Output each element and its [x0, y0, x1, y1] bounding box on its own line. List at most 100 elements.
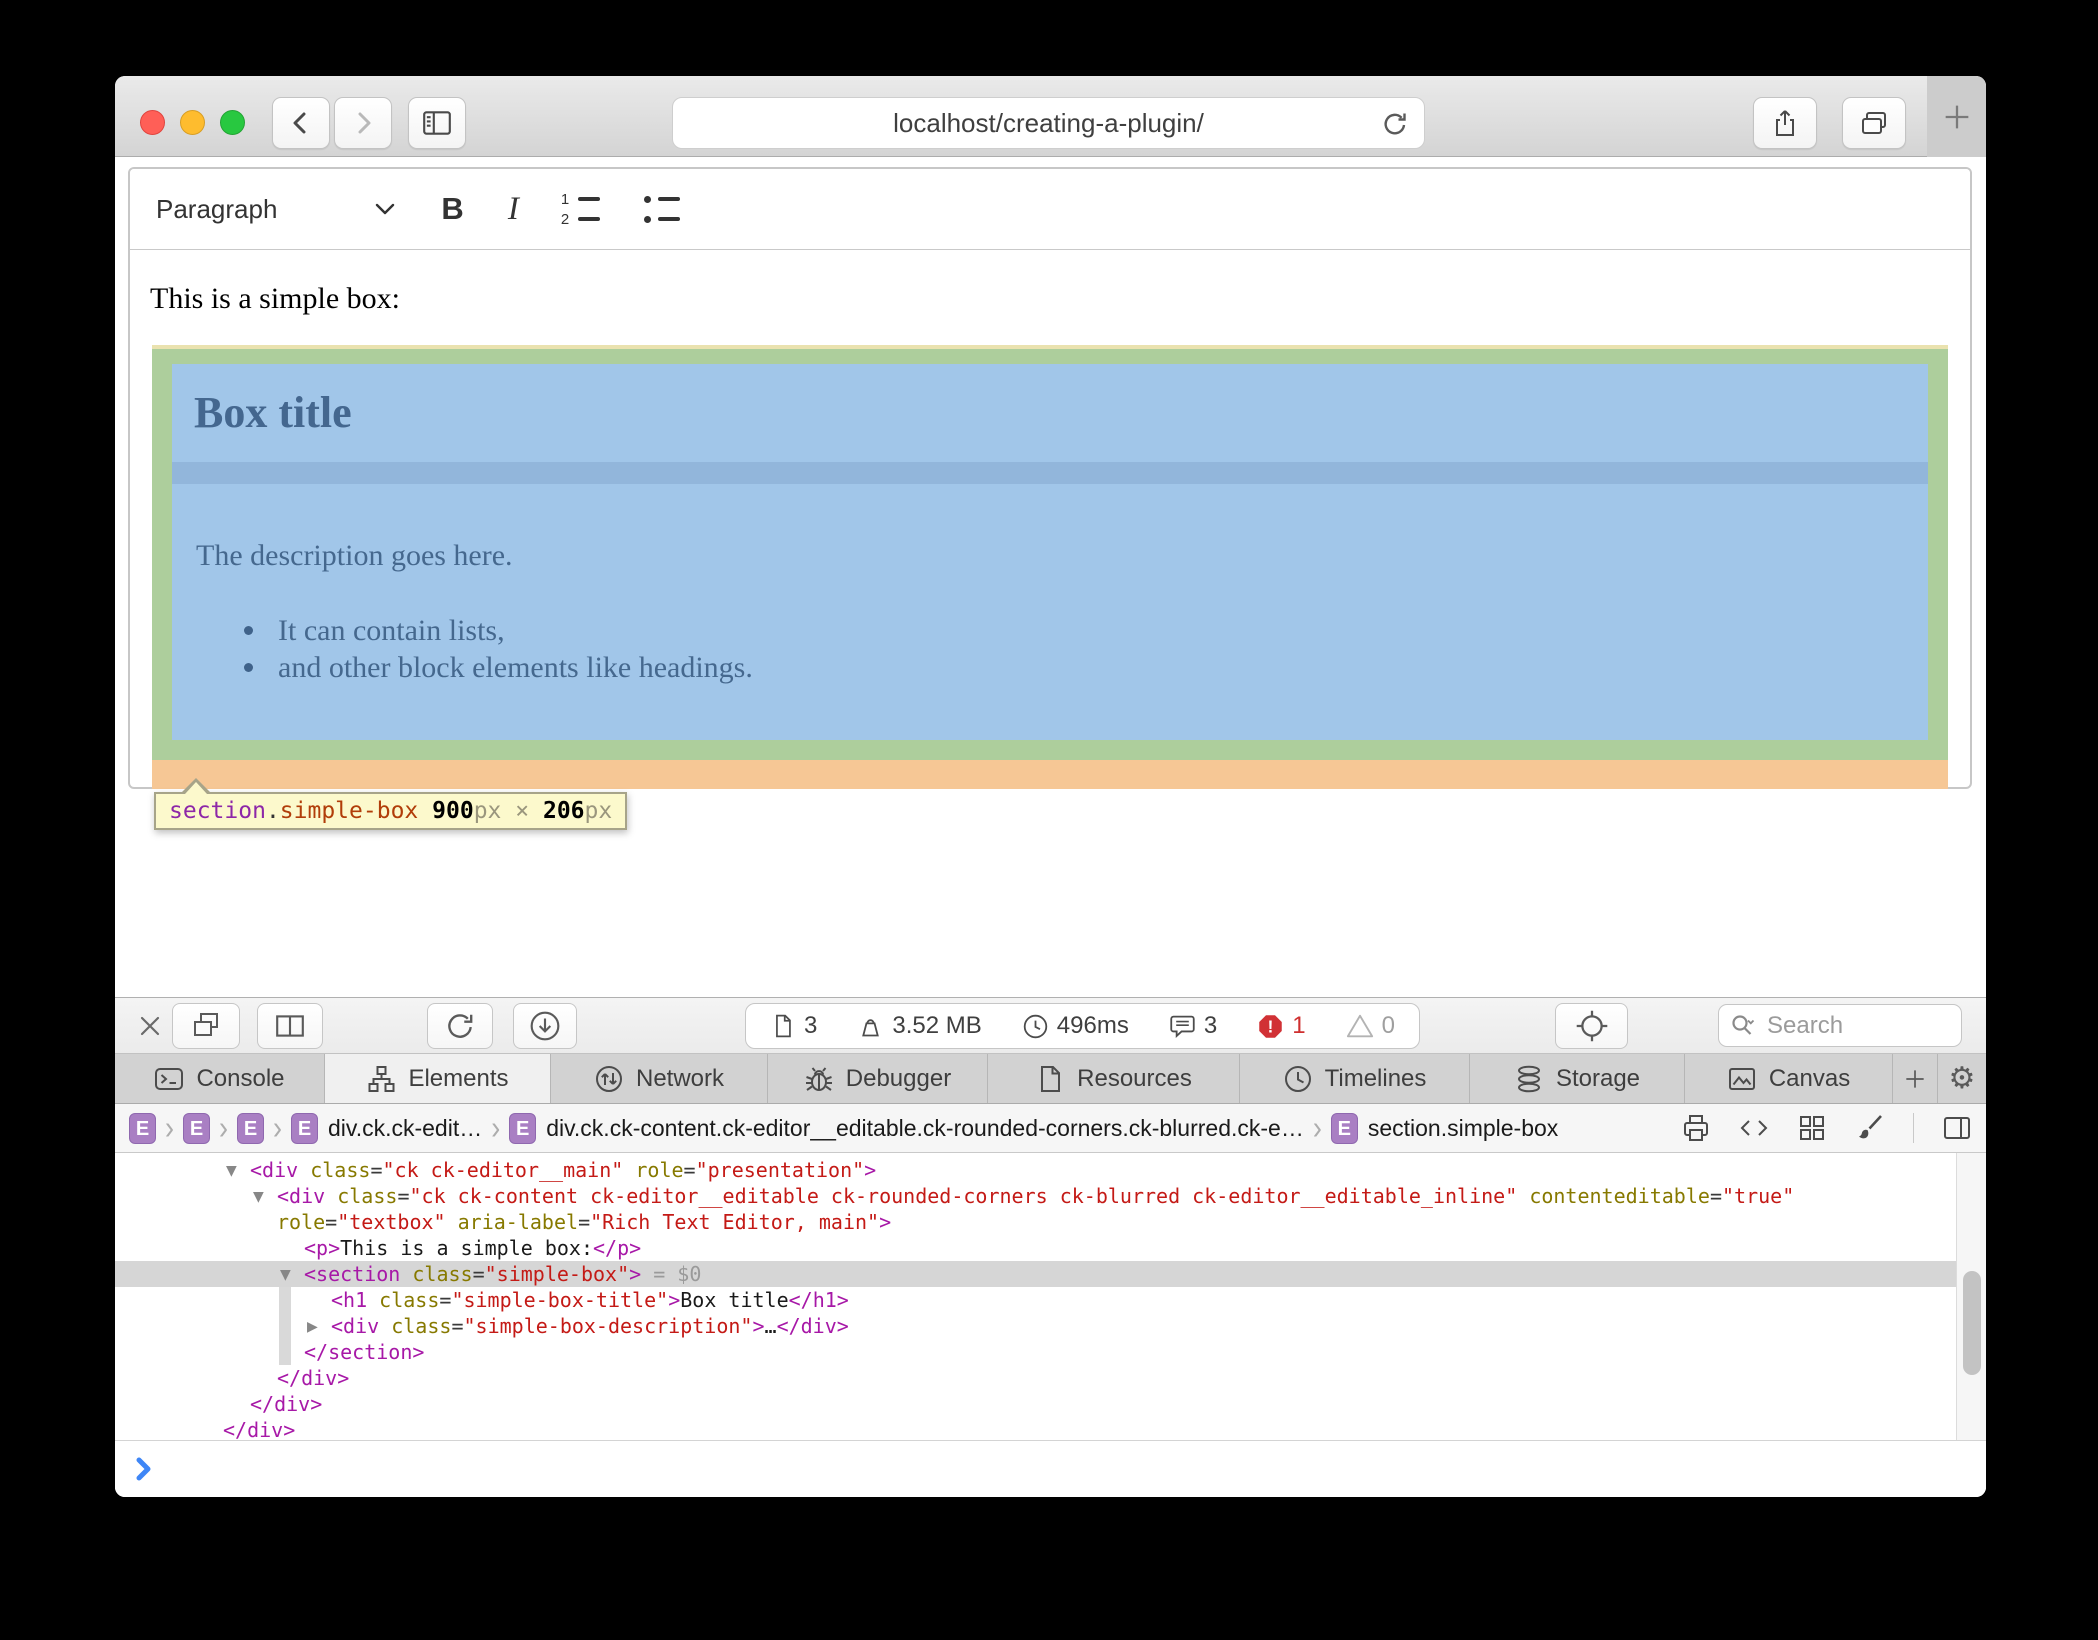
paragraph-dropdown[interactable]: Paragraph [156, 194, 277, 225]
stat-weight[interactable]: 3.52 MB [857, 1012, 981, 1040]
safari-window: localhost/creating-a-plugin/ Paragraph B… [115, 76, 1986, 1497]
tab-storage[interactable]: Storage [1470, 1054, 1685, 1103]
tab-network[interactable]: Network [551, 1054, 768, 1103]
stat-warning[interactable]: 0 [1346, 1012, 1395, 1040]
share-button[interactable] [1753, 97, 1817, 149]
sidebar-toggle-button[interactable] [408, 97, 466, 149]
stat-clock[interactable]: 496ms [1022, 1012, 1129, 1040]
stat-document[interactable]: 3 [770, 1012, 817, 1040]
breadcrumb-label: div.ck.ck-edit… [328, 1115, 482, 1142]
new-tab-button[interactable] [1927, 76, 1986, 157]
download-button[interactable] [513, 1003, 577, 1049]
reload-icon[interactable] [1380, 109, 1410, 139]
tab-resources[interactable]: Resources [988, 1054, 1240, 1103]
dom-tree-row[interactable]: ▼<div class="ck ck-content ck-editor__ed… [115, 1183, 1986, 1209]
numbered-list-button[interactable]: 12 [561, 193, 600, 226]
italic-button[interactable]: I [508, 191, 519, 228]
syntax-eq: = [473, 1262, 485, 1286]
reload-icon [444, 1010, 476, 1042]
address-bar[interactable]: localhost/creating-a-plugin/ [672, 97, 1425, 149]
element-badge: E [1331, 1113, 1358, 1144]
breadcrumb-item[interactable]: Esection.simple-box [1331, 1113, 1558, 1144]
back-button[interactable] [272, 97, 330, 149]
tab-overview-button[interactable] [1842, 97, 1906, 149]
disclosure-down-icon[interactable]: ▼ [226, 1158, 250, 1184]
paint-flashing-button[interactable] [1855, 1113, 1885, 1143]
search-input[interactable] [1767, 1012, 1927, 1040]
tab-console[interactable]: Console [115, 1054, 325, 1103]
devtools-settings-button[interactable]: ⚙ [1938, 1054, 1986, 1103]
dom-tree-row[interactable]: role="textbox" aria-label="Rich Text Edi… [115, 1209, 1986, 1235]
show-source-button[interactable] [1739, 1113, 1769, 1143]
inspect-element-button[interactable] [1555, 1003, 1628, 1049]
dock-side-button[interactable] [257, 1003, 323, 1049]
syntax-attr: class [310, 1158, 370, 1182]
scrollbar-track[interactable] [1956, 1153, 1986, 1440]
add-tab-button[interactable] [1893, 1054, 1938, 1103]
tab-canvas[interactable]: Canvas [1685, 1054, 1893, 1103]
browser-titlebar: localhost/creating-a-plugin/ [115, 76, 1986, 157]
syntax-tag: </div> [277, 1366, 349, 1390]
tab-elements[interactable]: Elements [325, 1054, 551, 1103]
element-badge: E [509, 1113, 536, 1144]
print-styles-button[interactable] [1681, 1113, 1711, 1143]
disclosure-down-icon[interactable]: ▼ [280, 1262, 304, 1288]
breadcrumb-item[interactable]: E [237, 1113, 264, 1144]
syntax-val: "ck ck-content ck-editor__editable ck-ro… [409, 1184, 1517, 1208]
close-window-button[interactable] [140, 110, 165, 135]
console-prompt[interactable] [115, 1440, 1986, 1496]
dom-tree-row-selected[interactable]: ▼<section class="simple-box"> = $0 [115, 1261, 1956, 1287]
syntax-tag: > [864, 1158, 876, 1182]
devtools-search[interactable] [1718, 1004, 1962, 1047]
devtools-reload-button[interactable] [427, 1003, 493, 1049]
syntax-eq: = [439, 1288, 451, 1312]
tab-timelines[interactable]: Timelines [1240, 1054, 1470, 1103]
box-bullet-list: It can contain lists,and other block ele… [244, 612, 753, 686]
scrollbar-thumb[interactable] [1963, 1271, 1981, 1375]
tab-label: Timelines [1325, 1065, 1427, 1093]
breadcrumb-item[interactable]: E [183, 1113, 210, 1144]
plus-icon [1940, 100, 1974, 134]
forward-button[interactable] [334, 97, 392, 149]
tab-label: Resources [1077, 1065, 1192, 1093]
minimize-window-button[interactable] [180, 110, 205, 135]
syntax-attr: role [635, 1158, 683, 1182]
breadcrumb-item[interactable]: Ediv.ck.ck-content.ck-editor__editable.c… [509, 1113, 1304, 1144]
tab-debugger[interactable]: Debugger [768, 1054, 988, 1103]
chevron-down-icon[interactable] [375, 203, 395, 216]
dom-tree-row[interactable]: </section> [115, 1339, 1986, 1365]
dom-tree-row[interactable]: ▶<div class="simple-box-description">…</… [115, 1313, 1986, 1339]
dom-tree-row[interactable]: </div> [115, 1417, 1986, 1440]
simple-box-description-block[interactable]: The description goes here. It can contai… [172, 484, 1928, 740]
syntax-tag: > [629, 1262, 641, 1286]
syntax-tag: > [752, 1314, 764, 1338]
syntax-txt: This is a simple box: [340, 1236, 593, 1260]
editor-paragraph-text[interactable]: This is a simple box: [150, 282, 400, 316]
stat-error[interactable]: !1 [1257, 1012, 1305, 1040]
details-sidebar-toggle[interactable] [1942, 1113, 1972, 1143]
syntax-val: "simple-box-title" [451, 1288, 668, 1312]
disclosure-down-icon[interactable]: ▼ [253, 1184, 277, 1210]
dom-tree-row[interactable]: <p>This is a simple box:</p> [115, 1235, 1986, 1261]
breadcrumb: E›E›E›Ediv.ck.ck-edit…›Ediv.ck.ck-conten… [115, 1104, 1986, 1153]
dom-tree-row[interactable]: </div> [115, 1365, 1986, 1391]
syntax-eq: = [397, 1184, 409, 1208]
list-item: It can contain lists, [244, 612, 753, 649]
close-devtools-button[interactable] [135, 1011, 165, 1041]
layout-grid-button[interactable] [1797, 1113, 1827, 1143]
breadcrumb-item[interactable]: Ediv.ck.ck-edit… [291, 1113, 482, 1144]
syntax-tag: </div> [250, 1392, 322, 1416]
bold-button[interactable]: B [441, 191, 463, 227]
dom-tree-row[interactable]: </div> [115, 1391, 1986, 1417]
zoom-window-button[interactable] [220, 110, 245, 135]
breadcrumb-item[interactable]: E [129, 1113, 156, 1144]
dom-tree-row[interactable]: <h1 class="simple-box-title">Box title</… [115, 1287, 1986, 1313]
simple-box-title-block[interactable]: Box title [172, 364, 1928, 462]
svg-text:!: ! [1268, 1017, 1274, 1036]
disclosure-right-icon[interactable]: ▶ [307, 1314, 331, 1340]
stat-bubble[interactable]: 3 [1169, 1012, 1217, 1040]
dom-tree-row[interactable]: ▼<div class="ck ck-editor__main" role="p… [115, 1157, 1986, 1183]
bulleted-list-button[interactable] [642, 193, 680, 226]
console-icon [154, 1064, 184, 1094]
undock-button[interactable] [172, 1003, 240, 1049]
